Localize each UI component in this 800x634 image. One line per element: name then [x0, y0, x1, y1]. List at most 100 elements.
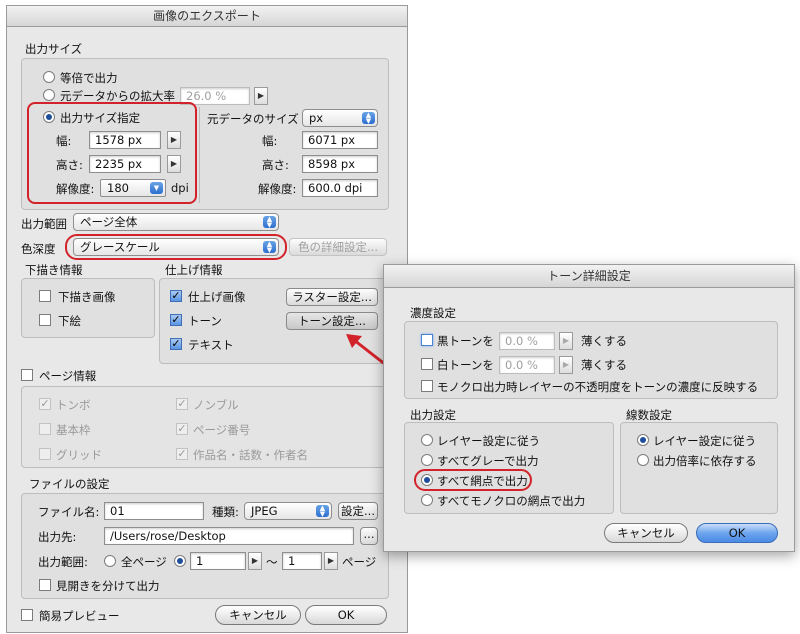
lines-group: レイヤー設定に従う 出力倍率に依存する [620, 422, 778, 514]
spread-label: 見開きを分けて出力 [56, 579, 160, 593]
radio-all-pages[interactable] [104, 555, 116, 567]
tone-label: トーン [188, 314, 222, 328]
all-pages-label: 全ページ [121, 555, 167, 569]
radio-lines-layer[interactable] [637, 434, 649, 446]
mono-reflect-checkbox[interactable] [421, 380, 433, 392]
src-res-value: 600.0 dpi [302, 179, 378, 197]
black-tone-suffix: 薄くする [581, 334, 627, 348]
base-frame-checkbox[interactable] [39, 423, 51, 435]
black-tone-checkbox[interactable] [421, 334, 433, 346]
black-tone-stepper[interactable]: ▶ [559, 332, 573, 350]
white-tone-input[interactable]: 0.0 % [499, 356, 555, 374]
draft-group: 下描き画像 下絵 [21, 278, 155, 338]
base-frame-label: 基本枠 [56, 423, 91, 437]
white-tone-checkbox[interactable] [421, 358, 433, 370]
chevron-updown-icon: ▲ ▼ [263, 216, 276, 229]
page-to-stepper[interactable]: ▶ [324, 552, 338, 570]
chevron-updown-icon: ▲ ▼ [362, 112, 375, 125]
preview-label: 簡易プレビュー [39, 609, 120, 623]
finish-image-label: 仕上げ画像 [188, 290, 246, 304]
page-to-input[interactable]: 1 [282, 552, 322, 570]
radio-output-layer[interactable] [421, 434, 433, 446]
range-label: 出力範囲 [21, 217, 67, 231]
density-group: 黒トーンを 0.0 % ▶ 薄くする 白トーンを 0.0 % ▶ 薄くする モノ… [404, 321, 778, 399]
tone-dialog-title: トーン詳細設定 [384, 265, 794, 288]
work-name-checkbox[interactable]: ✓ [176, 448, 188, 460]
nombre-label: ノンブル [193, 398, 239, 412]
tombo-checkbox[interactable]: ✓ [39, 398, 51, 410]
page-from-input[interactable]: 1 [190, 552, 246, 570]
radio-same-size[interactable] [43, 71, 55, 83]
cancel-button[interactable]: キャンセル [215, 605, 301, 625]
black-tone-input[interactable]: 0.0 % [499, 332, 555, 350]
output-layer-label: レイヤー設定に従う [437, 434, 541, 448]
page-info-checkbox[interactable] [21, 369, 33, 381]
white-tone-stepper[interactable]: ▶ [559, 356, 573, 374]
output-header: 出力設定 [410, 408, 456, 422]
draft-image-checkbox[interactable] [39, 290, 51, 302]
radio-scale[interactable] [43, 89, 55, 101]
underlay-label: 下絵 [58, 314, 81, 328]
file-type-settings-button[interactable]: 設定... [338, 502, 378, 520]
output-mono-label: すべてモノクロの網点で出力 [437, 494, 586, 508]
radio-output-mono[interactable] [421, 494, 433, 506]
depth-highlight [65, 234, 287, 260]
specify-size-highlight [27, 102, 197, 204]
text-checkbox[interactable]: ✓ [170, 338, 182, 350]
grid-label: グリッド [56, 448, 102, 462]
export-dialog: 画像のエクスポート 出力サイズ 等倍で出力 元データからの拡大率 26.0 % … [6, 5, 408, 633]
same-size-label: 等倍で出力 [60, 71, 118, 85]
black-tone-label: 黒トーンを [437, 334, 494, 348]
text-label: テキスト [188, 338, 234, 352]
white-tone-suffix: 薄くする [581, 358, 627, 372]
nombre-checkbox[interactable]: ✓ [176, 398, 188, 410]
underlay-checkbox[interactable] [39, 314, 51, 326]
grid-checkbox[interactable] [39, 448, 51, 460]
page-from-stepper[interactable]: ▶ [248, 552, 262, 570]
raster-settings-button[interactable]: ラスター設定... [286, 288, 378, 306]
finish-image-checkbox[interactable]: ✓ [170, 290, 182, 302]
output-group: レイヤー設定に従う すべてグレーで出力 すべて網点で出力 すべてモノクロの網点で… [404, 422, 614, 514]
unit-select[interactable]: px ▲ ▼ [302, 109, 378, 127]
preview-checkbox[interactable] [21, 609, 33, 621]
radio-output-gray[interactable] [421, 454, 433, 466]
src-height-label: 高さ: [262, 158, 289, 172]
file-name-label: ファイル名: [38, 505, 100, 519]
page-number-checkbox[interactable]: ✓ [176, 423, 188, 435]
radio-page-range[interactable] [174, 555, 186, 567]
tombo-label: トンボ [56, 398, 91, 412]
depth-label: 色深度 [21, 242, 56, 256]
tone-dialog: トーン詳細設定 濃度設定 黒トーンを 0.0 % ▶ 薄くする 白トーンを 0.… [383, 264, 795, 552]
density-header: 濃度設定 [410, 306, 456, 320]
file-settings-header: ファイルの設定 [29, 477, 110, 491]
tone-cancel-button[interactable]: キャンセル [604, 523, 688, 543]
destination-input[interactable]: /Users/rose/Desktop [104, 527, 354, 545]
dialog-title: 画像のエクスポート [7, 6, 407, 27]
size-divider [199, 107, 200, 203]
browse-button[interactable]: ... [360, 527, 378, 545]
unit-value: px [309, 111, 324, 125]
page-number-label: ページ番号 [193, 423, 251, 437]
src-res-label: 解像度: [258, 182, 297, 196]
file-name-input[interactable]: 01 [104, 502, 204, 520]
white-tone-label: 白トーンを [437, 358, 494, 372]
scale-stepper[interactable]: ▶ [254, 87, 268, 105]
work-name-label: 作品名・話数・作者名 [193, 448, 308, 462]
radio-lines-scale[interactable] [637, 454, 649, 466]
tone-settings-button[interactable]: トーン設定... [286, 312, 378, 330]
range-select[interactable]: ページ全体 ▲ ▼ [73, 213, 279, 231]
color-detail-button[interactable]: 色の詳細設定... [289, 238, 387, 256]
file-type-select[interactable]: JPEG ▲ ▼ [244, 502, 332, 520]
page-info-header: ページ情報 [39, 369, 97, 383]
output-gray-label: すべてグレーで出力 [437, 454, 539, 468]
finish-header: 仕上げ情報 [165, 263, 223, 277]
tilde-label: ～ [266, 555, 278, 569]
tone-checkbox[interactable]: ✓ [170, 314, 182, 326]
spread-checkbox[interactable] [39, 579, 51, 591]
lines-scale-label: 出力倍率に依存する [653, 454, 757, 468]
draft-header: 下描き情報 [25, 263, 83, 277]
ok-button[interactable]: OK [305, 605, 387, 625]
page-suffix-label: ページ [342, 555, 377, 569]
tone-ok-button[interactable]: OK [696, 523, 778, 543]
mono-reflect-label: モノクロ出力時レイヤーの不透明度をトーンの濃度に反映する [437, 380, 759, 394]
